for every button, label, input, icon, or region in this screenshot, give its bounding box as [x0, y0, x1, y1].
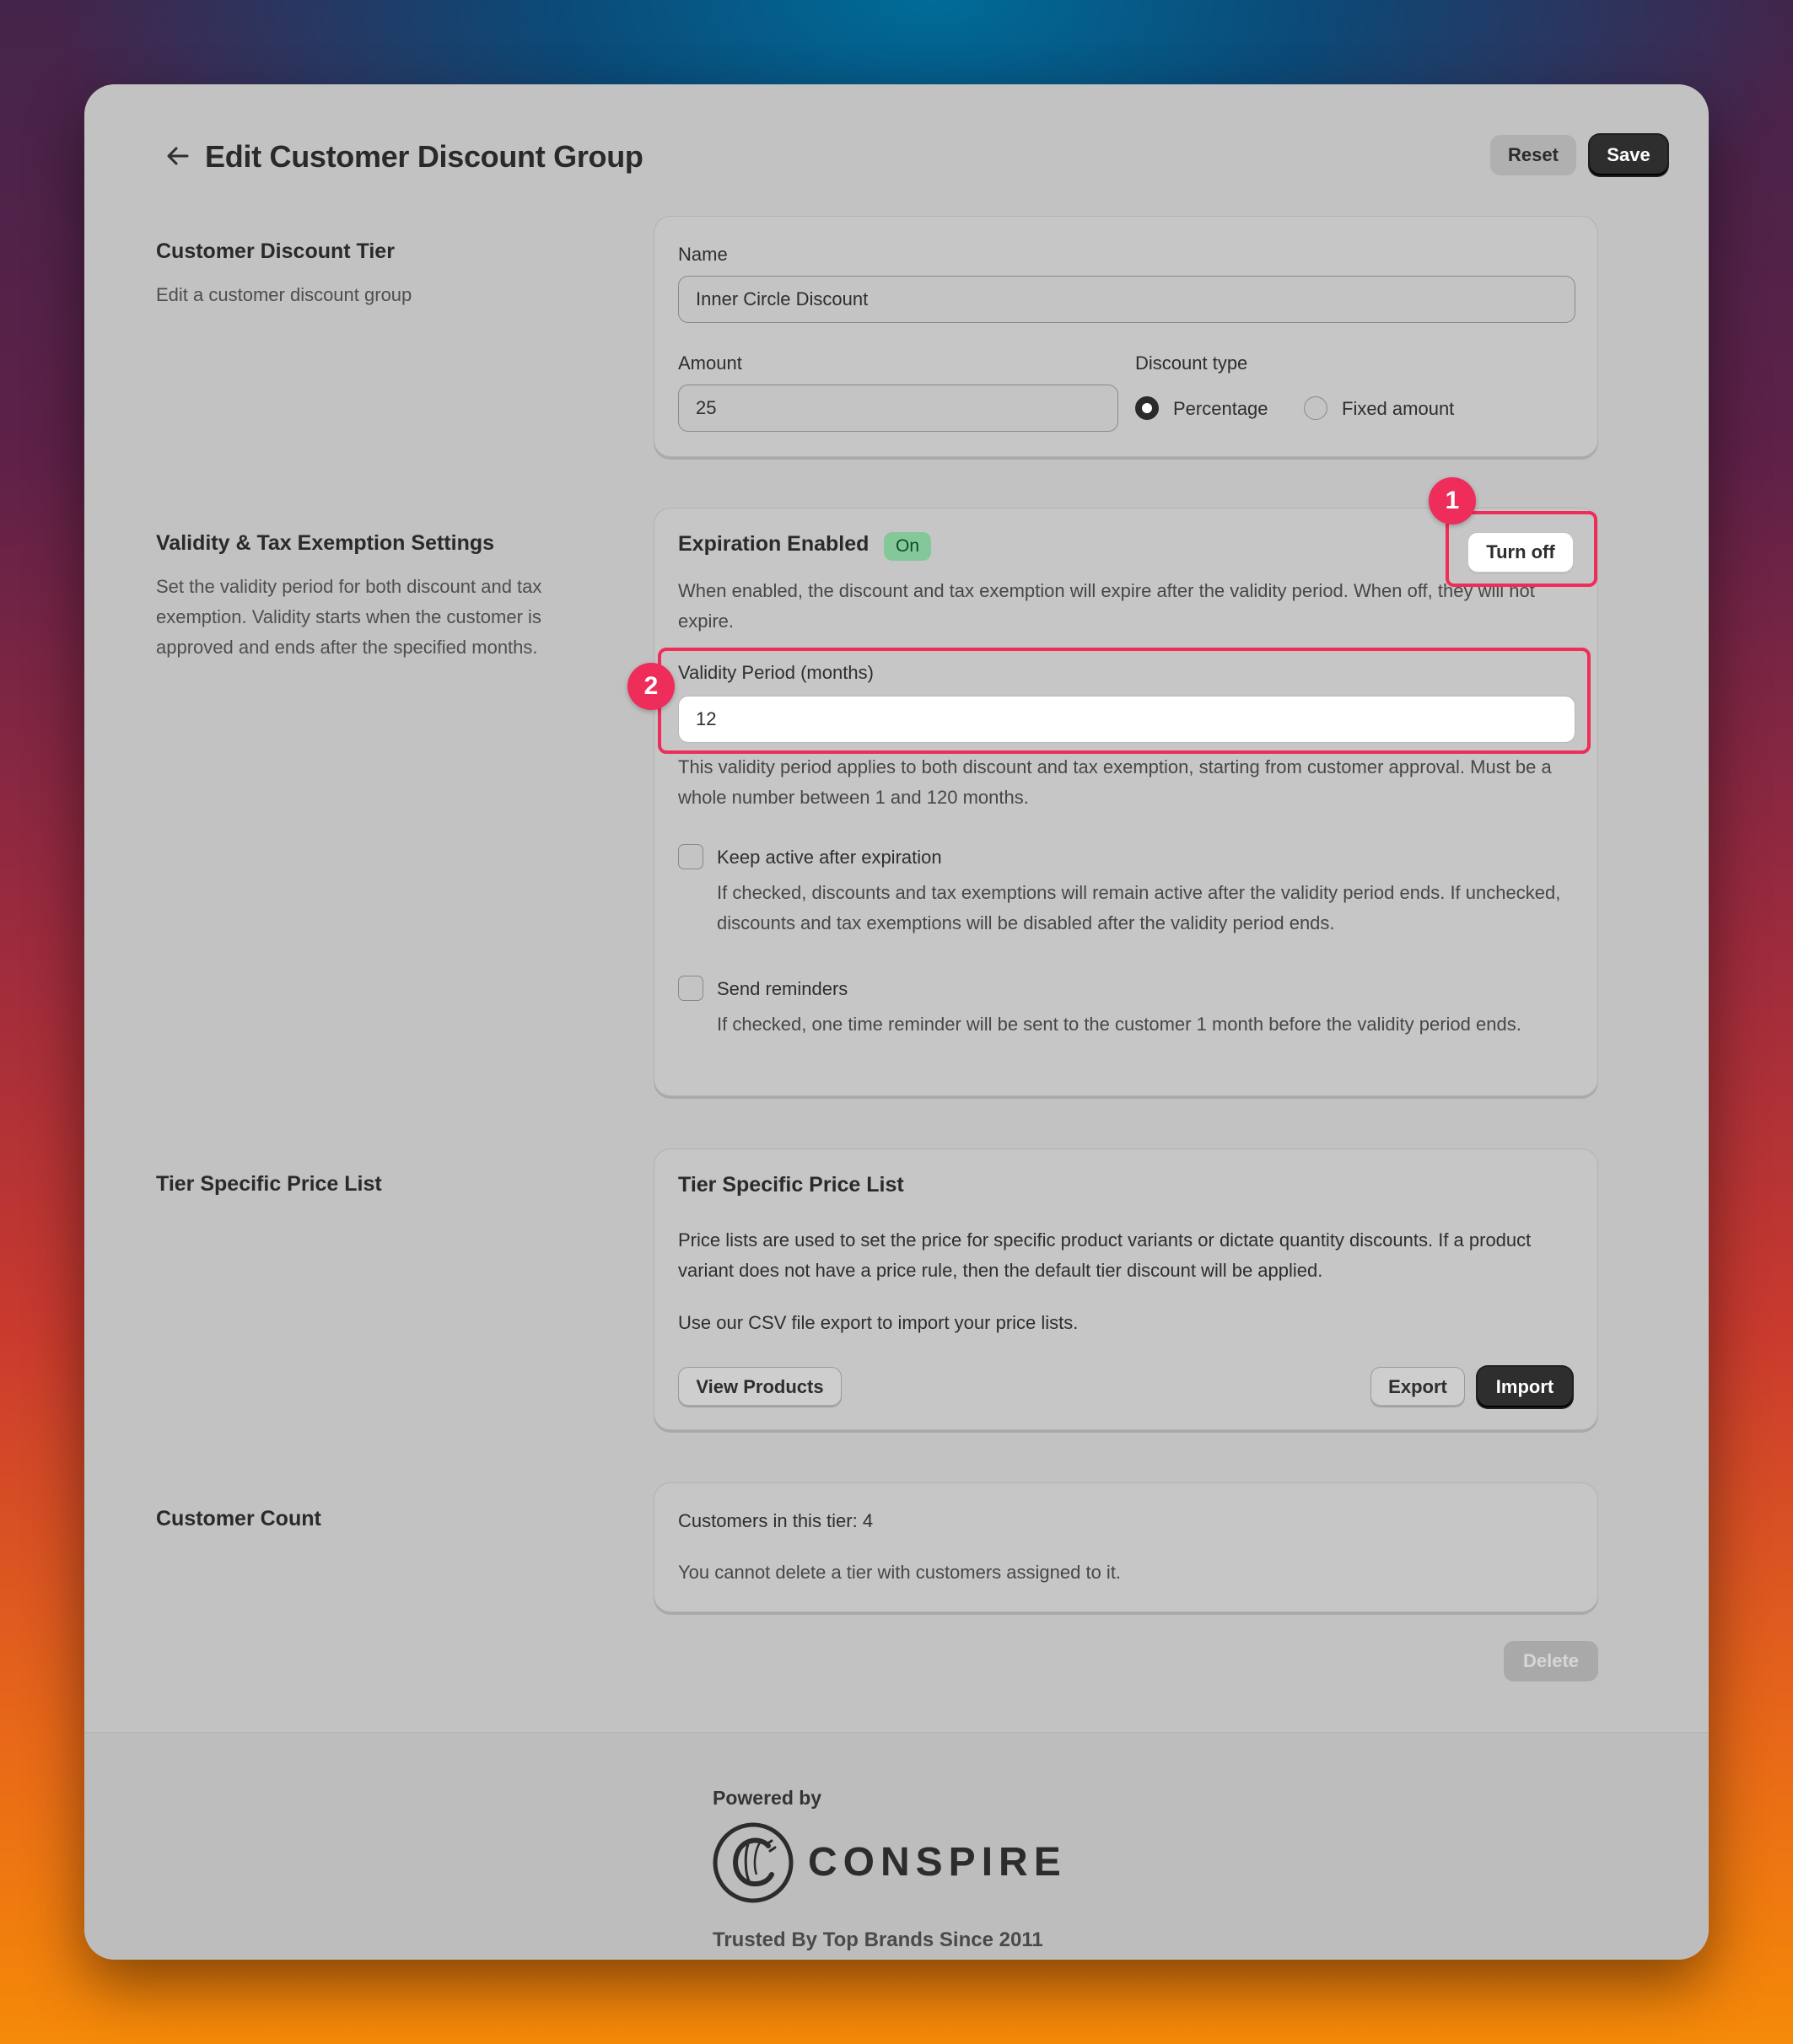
customer-count-card: Customers in this tier: 4 You cannot del…	[654, 1482, 1598, 1612]
section-title-validity: Validity & Tax Exemption Settings	[156, 531, 495, 555]
view-products-button[interactable]: View Products	[678, 1367, 842, 1407]
customer-count-text: Customers in this tier: 4	[678, 1510, 874, 1531]
highlight-validity-period	[658, 648, 1591, 754]
app-window: Edit Customer Discount Group Reset Save …	[84, 84, 1709, 1960]
discount-type-label: Discount type	[1135, 352, 1248, 374]
amount-input[interactable]: 25	[678, 385, 1118, 432]
radio-fixed-amount[interactable]	[1304, 396, 1327, 420]
send-reminders-checkbox[interactable]	[678, 976, 703, 1001]
keep-active-label: Keep active after expiration	[717, 847, 942, 868]
footer: Powered by CONSPIRE Trusted By Top Brand…	[84, 1732, 1709, 1960]
validity-period-help: This validity period applies to both dis…	[678, 756, 1552, 808]
reset-button[interactable]: Reset	[1490, 135, 1576, 175]
keep-active-help: If checked, discounts and tax exemptions…	[717, 882, 1561, 933]
send-reminders-help: If checked, one time reminder will be se…	[717, 1014, 1521, 1035]
name-label: Name	[678, 244, 728, 265]
price-list-paragraph-2: Use our CSV file export to import your p…	[678, 1312, 1079, 1333]
send-reminders-label: Send reminders	[717, 978, 848, 999]
import-button[interactable]: Import	[1478, 1367, 1572, 1407]
price-list-paragraph-1: Price lists are used to set the price fo…	[678, 1229, 1532, 1281]
back-arrow-icon[interactable]	[160, 138, 196, 174]
section-title-price-list: Tier Specific Price List	[156, 1172, 382, 1196]
tier-card: Name Inner Circle Discount Amount 25 Dis…	[654, 216, 1598, 457]
section-desc-validity: Set the validity period for both discoun…	[156, 576, 542, 658]
radio-percentage-label: Percentage	[1173, 398, 1268, 419]
status-badge: On	[884, 532, 932, 561]
name-input[interactable]: Inner Circle Discount	[678, 276, 1575, 323]
section-desc-tier: Edit a customer discount group	[156, 284, 412, 305]
validity-card: Expiration Enabled On Turn off When enab…	[654, 508, 1598, 1096]
brand-name: CONSPIRE	[808, 1840, 1067, 1885]
powered-by-label: Powered by	[713, 1787, 822, 1809]
conspire-logo-icon	[711, 1821, 795, 1905]
page-header: Edit Customer Discount Group Reset Save	[156, 135, 1667, 179]
expiration-help-text: When enabled, the discount and tax exemp…	[678, 580, 1535, 632]
amount-label: Amount	[678, 352, 742, 374]
annotation-marker-2: 2	[627, 663, 675, 710]
delete-note-text: You cannot delete a tier with customers …	[678, 1562, 1122, 1583]
section-title-tier: Customer Discount Tier	[156, 239, 395, 263]
keep-active-checkbox[interactable]	[678, 844, 703, 869]
price-list-card: Tier Specific Price List Price lists are…	[654, 1148, 1598, 1430]
radio-fixed-amount-label: Fixed amount	[1342, 398, 1455, 419]
highlight-turn-off	[1446, 511, 1597, 587]
annotation-marker-1: 1	[1429, 477, 1476, 524]
radio-percentage[interactable]	[1135, 396, 1159, 420]
delete-button[interactable]: Delete	[1504, 1641, 1598, 1681]
expiration-title: Expiration Enabled	[678, 532, 870, 556]
section-title-customer-count: Customer Count	[156, 1507, 321, 1530]
footer-tagline: Trusted By Top Brands Since 2011	[713, 1928, 1043, 1951]
page-title: Edit Customer Discount Group	[205, 139, 643, 174]
save-button[interactable]: Save	[1590, 135, 1667, 175]
export-button[interactable]: Export	[1370, 1367, 1465, 1407]
price-list-card-title: Tier Specific Price List	[678, 1173, 904, 1197]
